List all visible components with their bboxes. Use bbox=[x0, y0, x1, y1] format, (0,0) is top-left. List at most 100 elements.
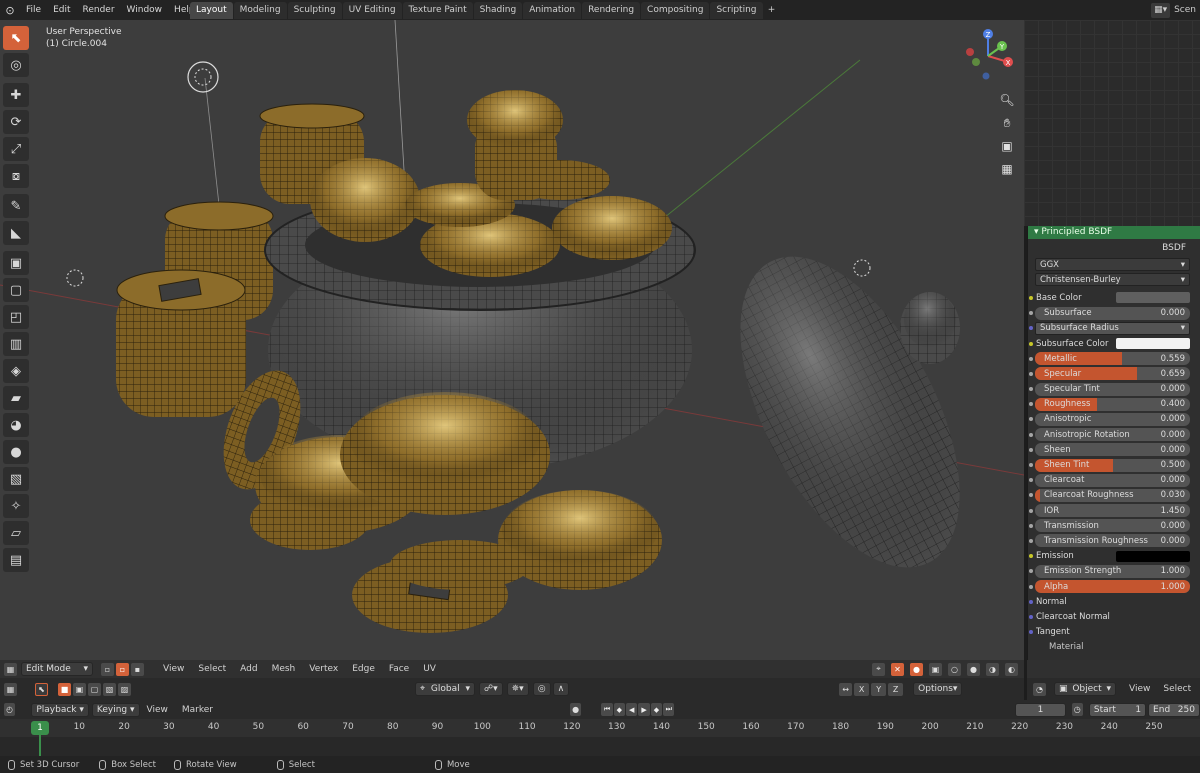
mirror-x-button[interactable]: X bbox=[854, 682, 870, 696]
socket-subsurface-radius[interactable] bbox=[1029, 326, 1033, 331]
socket-tangent[interactable] bbox=[1029, 630, 1033, 635]
timeline-ruler[interactable]: 10 20 30 40 50 60 70 80 90 100 110 120 130 140 150 160 1… bbox=[0, 719, 1200, 737]
prev-keyframe-icon[interactable]: ◆ bbox=[613, 703, 626, 716]
material-shading-icon[interactable]: ◑ bbox=[986, 662, 999, 676]
mirror-y-button[interactable]: Y bbox=[871, 682, 887, 696]
anisotropic-rotation-slider[interactable]: Anisotropic Rotation 0.000 bbox=[1035, 428, 1190, 442]
xray-icon[interactable]: ▣ bbox=[929, 662, 942, 676]
sheen-slider[interactable]: Sheen 0.000 bbox=[1035, 443, 1190, 457]
jump-start-icon[interactable]: ⏮ bbox=[601, 703, 613, 716]
snap-dropdown[interactable]: ✵▾ bbox=[506, 682, 529, 696]
cursor-tool-icon[interactable]: ◎ bbox=[3, 53, 29, 77]
socket-transmission-roughness[interactable] bbox=[1029, 538, 1033, 543]
socket-roughness[interactable] bbox=[1029, 402, 1033, 407]
smooth-tool-icon[interactable]: ● bbox=[3, 440, 29, 464]
overlays-icon[interactable]: ● bbox=[910, 662, 923, 676]
select-extend-icon[interactable]: ▣ bbox=[73, 682, 86, 696]
falloff-dropdown[interactable]: ∧ bbox=[552, 682, 570, 696]
poly-build-tool-icon[interactable]: ▰ bbox=[3, 386, 29, 410]
clearcoat-roughness-slider[interactable]: Clearcoat Roughness 0.030 bbox=[1035, 488, 1190, 502]
metallic-slider[interactable]: Metallic 0.559 bbox=[1035, 352, 1190, 366]
tab-compositing[interactable]: Compositing bbox=[641, 2, 710, 19]
camera-view-icon[interactable]: ▣ bbox=[996, 136, 1018, 156]
viewport-menu-uv[interactable]: UV bbox=[416, 664, 443, 674]
base-color-swatch[interactable] bbox=[1116, 292, 1190, 304]
principled-bsdf-node[interactable]: ▾ Principled BSDF BSDF GGX ▾ Christensen-… bbox=[1027, 226, 1200, 660]
face-select-icon[interactable]: ▪ bbox=[131, 662, 144, 676]
viewport-menu-face[interactable]: Face bbox=[382, 664, 416, 674]
annotate-tool-icon[interactable]: ✎ bbox=[3, 194, 29, 218]
record-icon[interactable]: ● bbox=[570, 703, 582, 716]
scene-name[interactable]: Scen bbox=[1174, 5, 1196, 15]
viewport-menu-select[interactable]: Select bbox=[191, 664, 233, 674]
loop-cut-tool-icon[interactable]: ▥ bbox=[3, 332, 29, 356]
node-editor-type-icon[interactable]: ◔ bbox=[1033, 682, 1046, 696]
node-editor-canvas[interactable] bbox=[1024, 20, 1200, 226]
end-frame-field[interactable]: End 250 bbox=[1148, 702, 1200, 717]
distribution-select[interactable]: GGX ▾ bbox=[1035, 258, 1190, 272]
active-tool-icon[interactable]: ⬉ bbox=[35, 682, 48, 696]
move-tool-icon[interactable]: ✚ bbox=[3, 83, 29, 107]
measure-tool-icon[interactable]: ◣ bbox=[3, 221, 29, 245]
emission-strength-slider[interactable]: Emission Strength 1.000 bbox=[1035, 564, 1190, 578]
scale-tool-icon[interactable]: ⤢ bbox=[3, 137, 29, 161]
rotate-tool-icon[interactable]: ⟳ bbox=[3, 110, 29, 134]
specular-tint-slider[interactable]: Specular Tint 0.000 bbox=[1035, 382, 1190, 396]
editor-type-icon[interactable]: ▦ bbox=[4, 662, 17, 676]
socket-clearcoat-normal[interactable] bbox=[1029, 614, 1033, 619]
alpha-slider[interactable]: Alpha 1.000 bbox=[1035, 580, 1190, 594]
socket-clearcoat-roughness[interactable] bbox=[1029, 493, 1033, 498]
pan-hand-icon[interactable]: ✋︎ bbox=[996, 113, 1018, 133]
select-new-icon[interactable]: ■ bbox=[58, 682, 71, 696]
perspective-toggle-icon[interactable]: ▦ bbox=[996, 159, 1018, 179]
socket-anisotropic[interactable] bbox=[1029, 417, 1033, 422]
navigation-gizmo[interactable]: Z X Y bbox=[958, 24, 1020, 86]
tab-shading[interactable]: Shading bbox=[473, 2, 523, 19]
3d-viewport[interactable]: User Perspective (1) Circle.004 ⬉ ◎ ✚ ⟳ … bbox=[0, 20, 1024, 660]
socket-emission[interactable] bbox=[1029, 554, 1033, 559]
socket-transmission[interactable] bbox=[1029, 523, 1033, 528]
timeline-editor-type-icon[interactable]: ◴ bbox=[4, 703, 16, 716]
transmission-roughness-slider[interactable]: Transmission Roughness 0.000 bbox=[1035, 534, 1190, 548]
edge-select-icon[interactable]: ▫ bbox=[116, 662, 129, 676]
blender-logo-icon[interactable]: ⊙ bbox=[0, 0, 20, 20]
keying-dropdown[interactable]: Keying ▾ bbox=[91, 702, 140, 717]
gizmo-toggle-icon[interactable]: ⌖ bbox=[872, 662, 885, 676]
socket-anisotropic-rotation[interactable] bbox=[1029, 432, 1033, 437]
select-intersect-icon[interactable]: ▨ bbox=[118, 682, 131, 696]
edge-slide-tool-icon[interactable]: ▧ bbox=[3, 467, 29, 491]
menu-window[interactable]: Window bbox=[121, 5, 169, 15]
subsurface-method-select[interactable]: Christensen-Burley ▾ bbox=[1035, 273, 1190, 287]
roughness-slider[interactable]: Roughness 0.400 bbox=[1035, 397, 1190, 411]
timeline-marker-menu[interactable]: Marker bbox=[175, 705, 220, 715]
ior-slider[interactable]: IOR 1.450 bbox=[1035, 504, 1190, 518]
extrude-tool-icon[interactable]: ▣ bbox=[3, 251, 29, 275]
object-dropdown[interactable]: ▣ Object ▾ bbox=[1054, 682, 1116, 696]
node-select-menu[interactable]: Select bbox=[1163, 684, 1191, 694]
proportional-edit-icon[interactable]: ◎ bbox=[532, 682, 551, 696]
socket-alpha[interactable] bbox=[1029, 584, 1033, 589]
select-box-tool-icon[interactable]: ⬉ bbox=[3, 26, 29, 50]
node-header[interactable]: ▾ Principled BSDF bbox=[1028, 226, 1200, 239]
jump-end-icon[interactable]: ⏭ bbox=[663, 703, 675, 716]
bevel-tool-icon[interactable]: ◰ bbox=[3, 305, 29, 329]
anisotropic-slider[interactable]: Anisotropic 0.000 bbox=[1035, 412, 1190, 426]
next-keyframe-icon[interactable]: ◆ bbox=[650, 703, 663, 716]
tab-rendering[interactable]: Rendering bbox=[582, 2, 641, 19]
tab-modeling[interactable]: Modeling bbox=[233, 2, 287, 19]
menu-edit[interactable]: Edit bbox=[47, 5, 76, 15]
play-icon[interactable]: ▶ bbox=[638, 703, 650, 716]
mirror-options-icon[interactable]: ↔ bbox=[839, 682, 853, 696]
select-invert-icon[interactable]: ▧ bbox=[103, 682, 116, 696]
tab-sculpting[interactable]: Sculpting bbox=[287, 2, 342, 19]
shrink-fatten-tool-icon[interactable]: ✧ bbox=[3, 494, 29, 518]
rip-region-tool-icon[interactable]: ▤ bbox=[3, 548, 29, 572]
transform-orientation-dropdown[interactable]: ⌖ Global ▾ bbox=[415, 682, 475, 696]
use-preview-range-icon[interactable]: ◷ bbox=[1071, 703, 1083, 716]
socket-normal[interactable] bbox=[1029, 599, 1033, 604]
tab-texture-paint[interactable]: Texture Paint bbox=[402, 2, 473, 19]
overlay-toggle-icon[interactable]: ✕ bbox=[891, 662, 904, 676]
specular-slider[interactable]: Specular 0.659 bbox=[1035, 367, 1190, 381]
sheen-tint-slider[interactable]: Sheen Tint 0.500 bbox=[1035, 458, 1190, 472]
socket-subsurface-color[interactable] bbox=[1029, 341, 1033, 346]
